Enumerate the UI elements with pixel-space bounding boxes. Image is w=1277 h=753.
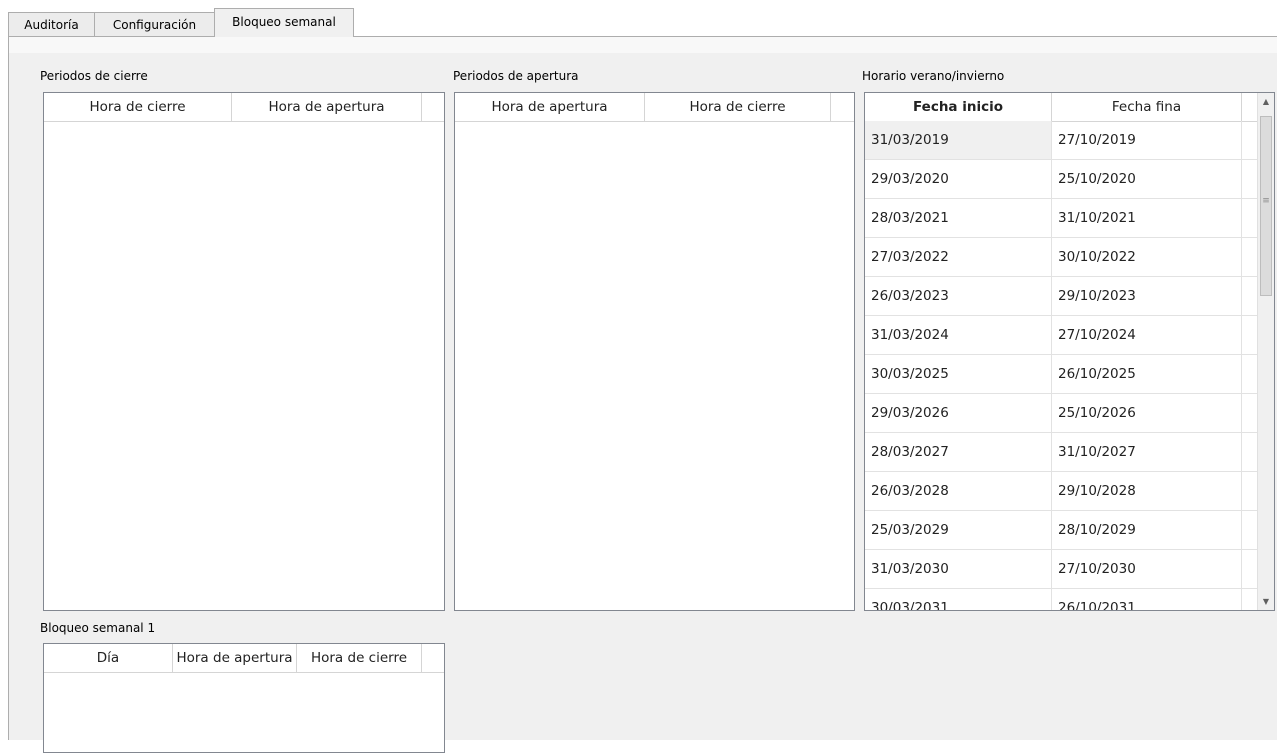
cell-fecha-fina[interactable]: 29/10/2023 (1052, 277, 1242, 315)
cell-fecha-inicio[interactable]: 26/03/2028 (865, 472, 1052, 510)
table-row[interactable]: 26/03/2023 29/10/2023 (865, 277, 1257, 316)
opening-periods-header: Hora de apertura Hora de cierre (455, 93, 854, 122)
weekly-block-table[interactable]: Día Hora de apertura Hora de cierre (43, 643, 445, 753)
table-row[interactable]: 30/03/2025 26/10/2025 (865, 355, 1257, 394)
cell-fecha-fina[interactable]: 29/10/2028 (1052, 472, 1242, 510)
cell-fecha-fina[interactable]: 28/10/2029 (1052, 511, 1242, 549)
scroll-grip-icon: ≡ (1262, 196, 1270, 206)
table-row[interactable]: 29/03/2020 25/10/2020 (865, 160, 1257, 199)
column-header-hora-de-cierre[interactable]: Hora de cierre (645, 93, 831, 121)
table-row[interactable]: 30/03/2031 26/10/2031 (865, 589, 1257, 610)
cell-fecha-fina[interactable]: 27/10/2019 (1052, 121, 1242, 159)
table-row[interactable]: 28/03/2027 31/10/2027 (865, 433, 1257, 472)
cell-fecha-inicio[interactable]: 31/03/2030 (865, 550, 1052, 588)
cell-fecha-inicio[interactable]: 30/03/2025 (865, 355, 1052, 393)
column-header-fecha-inicio[interactable]: Fecha inicio (865, 93, 1052, 121)
cell-fecha-inicio[interactable]: 27/03/2022 (865, 238, 1052, 276)
vertical-scrollbar[interactable]: ▲ ≡ ▼ (1257, 93, 1274, 610)
summer-winter-rows: 31/03/2019 27/10/2019 29/03/2020 25/10/2… (865, 121, 1257, 610)
cell-fecha-inicio[interactable]: 25/03/2029 (865, 511, 1052, 549)
cell-fecha-inicio[interactable]: 30/03/2031 (865, 589, 1052, 610)
cell-fecha-inicio[interactable]: 28/03/2027 (865, 433, 1052, 471)
cell-fecha-fina[interactable]: 25/10/2026 (1052, 394, 1242, 432)
column-header-hora-de-apertura[interactable]: Hora de apertura (173, 644, 297, 672)
pane-top-strip (9, 37, 1277, 53)
cell-fecha-fina[interactable]: 26/10/2025 (1052, 355, 1242, 393)
tab-configuracion[interactable]: Configuración (94, 12, 215, 36)
column-header-fecha-fina[interactable]: Fecha fina (1052, 93, 1242, 121)
weekly-block-header: Día Hora de apertura Hora de cierre (44, 644, 444, 673)
cell-fecha-inicio[interactable]: 29/03/2020 (865, 160, 1052, 198)
scroll-thumb[interactable]: ≡ (1260, 116, 1272, 296)
cell-fecha-fina[interactable]: 31/10/2021 (1052, 199, 1242, 237)
cell-fecha-inicio[interactable]: 31/03/2024 (865, 316, 1052, 354)
closing-periods-table[interactable]: Hora de cierre Hora de apertura (43, 92, 445, 611)
cell-fecha-fina[interactable]: 25/10/2020 (1052, 160, 1242, 198)
table-row[interactable]: 29/03/2026 25/10/2026 (865, 394, 1257, 433)
summer-winter-label: Horario verano/invierno (862, 69, 1005, 83)
closing-periods-label: Periodos de cierre (40, 69, 148, 83)
cell-fecha-inicio[interactable]: 31/03/2019 (865, 121, 1052, 159)
column-header-hora-de-cierre[interactable]: Hora de cierre (44, 93, 232, 121)
cell-fecha-fina[interactable]: 30/10/2022 (1052, 238, 1242, 276)
cell-fecha-inicio[interactable]: 29/03/2026 (865, 394, 1052, 432)
column-header-dia[interactable]: Día (44, 644, 173, 672)
cell-fecha-fina[interactable]: 26/10/2031 (1052, 589, 1242, 610)
opening-periods-label: Periodos de apertura (453, 69, 579, 83)
cell-fecha-fina[interactable]: 27/10/2024 (1052, 316, 1242, 354)
cell-fecha-fina[interactable]: 31/10/2027 (1052, 433, 1242, 471)
table-row[interactable]: 27/03/2022 30/10/2022 (865, 238, 1257, 277)
table-row[interactable]: 26/03/2028 29/10/2028 (865, 472, 1257, 511)
column-header-hora-de-apertura[interactable]: Hora de apertura (455, 93, 645, 121)
table-row[interactable]: 31/03/2024 27/10/2024 (865, 316, 1257, 355)
closing-periods-header: Hora de cierre Hora de apertura (44, 93, 444, 122)
cell-fecha-fina[interactable]: 27/10/2030 (1052, 550, 1242, 588)
tab-content-pane: Periodos de cierre Hora de cierre Hora d… (8, 37, 1277, 753)
column-header-hora-de-apertura[interactable]: Hora de apertura (232, 93, 422, 121)
table-row[interactable]: 28/03/2021 31/10/2021 (865, 199, 1257, 238)
weekly-block-label: Bloqueo semanal 1 (40, 621, 156, 635)
tab-bloqueo-semanal[interactable]: Bloqueo semanal (214, 8, 354, 37)
table-row[interactable]: 31/03/2030 27/10/2030 (865, 550, 1257, 589)
scroll-down-arrow-icon[interactable]: ▼ (1258, 593, 1274, 610)
summer-winter-header: Fecha inicio Fecha fina (865, 93, 1257, 122)
opening-periods-table[interactable]: Hora de apertura Hora de cierre (454, 92, 855, 611)
cell-fecha-inicio[interactable]: 26/03/2023 (865, 277, 1052, 315)
table-row[interactable]: 25/03/2029 28/10/2029 (865, 511, 1257, 550)
cell-fecha-inicio[interactable]: 28/03/2021 (865, 199, 1052, 237)
scroll-up-arrow-icon[interactable]: ▲ (1258, 93, 1274, 110)
tab-auditoria[interactable]: Auditoría (8, 12, 95, 36)
column-header-hora-de-cierre[interactable]: Hora de cierre (297, 644, 422, 672)
summer-winter-table[interactable]: Fecha inicio Fecha fina 31/03/2019 27/10… (864, 92, 1275, 611)
table-row[interactable]: 31/03/2019 27/10/2019 (865, 121, 1257, 160)
